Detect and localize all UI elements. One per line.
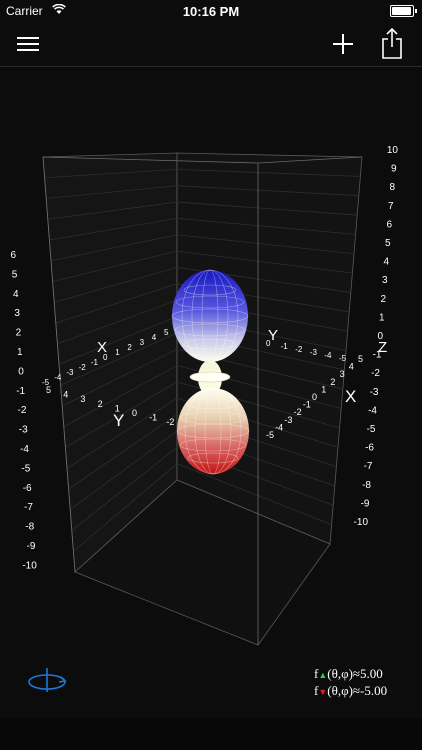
x-tick-back: -2 (79, 363, 87, 372)
max-value-line: f▲(θ,φ)≈5.00 (314, 666, 414, 683)
x-tick-back: -4 (54, 373, 62, 382)
z-tick-left: -3 (19, 425, 28, 436)
x-axis-label-front: X (345, 387, 356, 406)
z-tick-left: 5 (12, 269, 18, 280)
z-tick-right: 2 (380, 294, 386, 305)
z-tick-right: 7 (388, 201, 394, 212)
z-tick-right: -6 (365, 443, 374, 454)
navigation-bar (0, 22, 422, 67)
z-axis-ticks-left: 6 5 4 3 2 1 0 -1 -2 -3 -4 -5 -6 -7 -8 -9 -10 (10, 250, 37, 571)
z-axis-ticks-right: 109876543210-1-2-3-4-5-6-7-8-9-10 (354, 145, 399, 528)
x-axis-label-back: X (97, 339, 107, 356)
z-tick-left: -2 (17, 405, 26, 416)
y-tick-back: -1 (281, 342, 289, 351)
z-tick-right: -10 (354, 517, 369, 528)
y-tick-front: -1 (149, 413, 157, 423)
z-tick-left: -9 (27, 541, 36, 552)
clock-time: 10:16 PM (182, 4, 240, 19)
z-tick-right: 9 (391, 164, 397, 175)
x-tick-front: 2 (330, 377, 335, 387)
x-tick-front: -3 (284, 415, 292, 425)
z-tick-left: -8 (25, 522, 34, 533)
x-tick-front: 5 (358, 354, 363, 364)
x-tick-front: -2 (294, 407, 302, 417)
share-icon[interactable] (380, 26, 404, 60)
z-tick-left: 1 (17, 347, 23, 358)
z-tick-left: -5 (21, 463, 30, 474)
y-tick-front: 2 (98, 399, 103, 409)
z-tick-left: -10 (22, 560, 37, 571)
y-tick-front: 4 (63, 390, 68, 400)
x-tick-back: 4 (152, 333, 157, 342)
z-tick-right: -3 (370, 387, 379, 398)
z-tick-left: -1 (16, 386, 25, 397)
y-axis-label-back: Y (268, 327, 278, 344)
bottom-bar (0, 718, 422, 750)
z-tick-left: -7 (24, 502, 33, 513)
max-marker-icon: ▲ (318, 670, 328, 680)
z-tick-left: -6 (23, 483, 32, 494)
x-tick-front: 4 (349, 362, 354, 372)
function-extrema-readout: f▲(θ,φ)≈5.00 f▼(θ,φ)≈-5.00 (314, 666, 414, 700)
y-tick-front: 0 (132, 408, 137, 418)
z-tick-right: -7 (364, 461, 373, 472)
x-tick-front: -1 (303, 400, 311, 410)
z-tick-right: -5 (367, 424, 376, 435)
z-tick-left: 0 (18, 366, 24, 377)
y-tick-back: -3 (310, 348, 318, 357)
z-tick-left: 2 (16, 328, 22, 339)
y-tick-front: 3 (80, 394, 85, 404)
y-tick-front: -2 (166, 417, 174, 427)
status-bar: Carrier 10:16 PM (0, 0, 422, 22)
plus-icon[interactable] (330, 31, 356, 57)
max-value-text: (θ,φ)≈5.00 (327, 666, 383, 681)
plot-canvas: 6543210-1-2-3-4-5-6-7-8-9-10 10987654321… (10, 145, 399, 646)
hamburger-menu-icon[interactable] (16, 32, 40, 56)
3d-plot-view[interactable]: 6 5 4 3 2 1 0 -1 -2 -3 -4 -5 -6 -7 -8 -9 -10 10 9 8 7 6 5 4 3 2 1… (0, 67, 422, 707)
x-tick-back: -3 (66, 368, 74, 377)
z-axis-label: Z (378, 339, 387, 356)
x-tick-front: 0 (312, 392, 317, 402)
z-tick-left: 6 (10, 250, 16, 261)
y-tick-back: -2 (295, 345, 303, 354)
min-value-line: f▼(θ,φ)≈-5.00 (314, 683, 414, 700)
z-tick-right: -9 (361, 498, 370, 509)
z-tick-left: -4 (20, 444, 29, 455)
z-tick-left: 4 (13, 289, 19, 300)
z-tick-right: -8 (362, 480, 371, 491)
z-tick-right: -2 (371, 368, 380, 379)
z-tick-right: 4 (383, 257, 389, 268)
x-tick-back: -1 (91, 358, 99, 367)
x-tick-back: 3 (140, 338, 145, 347)
x-tick-back: 1 (115, 348, 120, 357)
y-axis-label-front: Y (113, 411, 124, 430)
x-tick-front: 1 (321, 384, 326, 394)
min-value-text: (θ,φ)≈-5.00 (327, 683, 388, 698)
y-tick-back: -4 (324, 351, 332, 360)
x-tick-front: -4 (275, 422, 283, 432)
x-tick-back: 2 (127, 343, 132, 352)
x-tick-front: -5 (266, 430, 274, 440)
rotate-3d-icon[interactable] (24, 666, 70, 694)
z-tick-right: 8 (389, 182, 395, 193)
min-marker-icon: ▼ (318, 687, 328, 697)
z-tick-right: 5 (385, 238, 391, 249)
z-tick-right: 1 (379, 312, 385, 323)
z-tick-right: 10 (387, 145, 399, 156)
z-tick-right: -4 (368, 405, 377, 416)
battery-fill (392, 7, 411, 15)
z-tick-left: 3 (14, 308, 20, 319)
y-tick-back: -5 (339, 354, 347, 363)
x-tick-back: 5 (164, 328, 169, 337)
y-tick-front: 5 (46, 385, 51, 395)
z-tick-right: 3 (382, 275, 388, 286)
battery-icon (390, 5, 417, 17)
z-tick-right: 6 (386, 219, 392, 230)
x-tick-front: 3 (340, 369, 345, 379)
